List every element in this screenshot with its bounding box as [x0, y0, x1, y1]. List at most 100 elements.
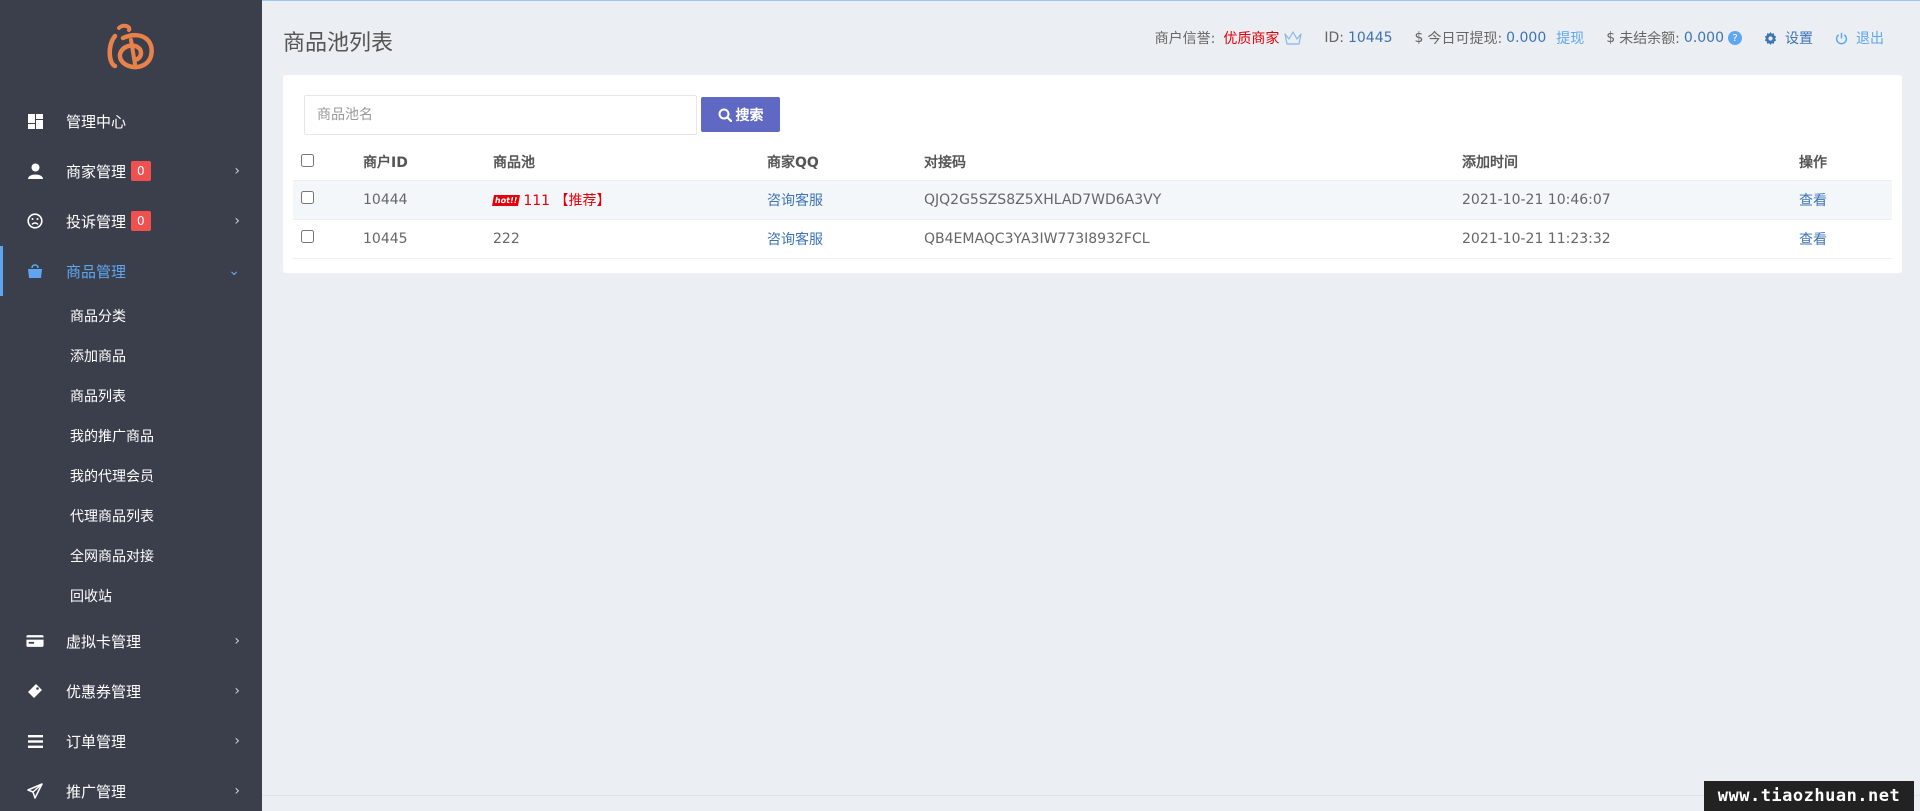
page-title: 商品池列表: [283, 31, 394, 56]
account-info: 商户信誉: 优质商家 ID: 10445 $ 今日可提现: 0.000 提现 $…: [1133, 28, 1884, 48]
menu-item-merchant[interactable]: 商家管理 0 ›: [0, 146, 262, 196]
menu-item-virtual-card[interactable]: 虚拟卡管理 ›: [0, 616, 262, 666]
complaint-count-badge: 0: [131, 211, 151, 231]
id-group: ID: 10445: [1324, 30, 1392, 46]
help-icon[interactable]: ?: [1728, 31, 1742, 45]
sub-item-product-list[interactable]: 商品列表: [0, 376, 262, 416]
withdraw-value: 0.000: [1506, 30, 1547, 46]
menu-label: 订单管理: [66, 732, 127, 751]
menu-item-coupons[interactable]: 优惠券管理 ›: [0, 666, 262, 716]
sub-item-recycle-bin[interactable]: 回收站: [0, 576, 262, 616]
col-qq: 商家QQ: [767, 145, 924, 181]
id-label: ID:: [1324, 30, 1344, 46]
row-select-cell: [293, 219, 363, 259]
gear-icon: [1764, 31, 1777, 45]
table-row: 10445 222 咨询客服 QB4EMAQC3YA3IW773I8932FCL…: [293, 219, 1892, 259]
select-all-cell: [293, 145, 363, 181]
logout-label: 退出: [1856, 31, 1884, 47]
menu-label: 虚拟卡管理: [66, 632, 142, 651]
main-content: 商品池列表 商户信誉: 优质商家 ID: 10445 $ 今日可提现: 0.00…: [262, 0, 1920, 811]
select-all-checkbox[interactable]: [301, 153, 314, 167]
logo-icon: [107, 23, 154, 70]
table-row: 10444 hot!! 111 【推荐】 咨询客服 QJQ2G5SZS8Z5XHL…: [293, 180, 1892, 220]
search-button[interactable]: 搜索: [701, 97, 780, 132]
pool-cell: 222: [493, 219, 767, 259]
settings-link[interactable]: 设置: [1764, 28, 1813, 48]
id-value: 10445: [1347, 30, 1393, 46]
paper-plane-icon: [26, 782, 44, 800]
chevron-right-icon: ›: [234, 633, 240, 649]
footer-divider: [262, 795, 1920, 796]
row-checkbox[interactable]: [301, 191, 314, 204]
chevron-right-icon: ›: [234, 733, 240, 749]
dollar-icon: $: [1606, 30, 1616, 46]
merchant-id-cell: 10445: [363, 219, 493, 259]
sub-item-add-product[interactable]: 添加商品: [0, 336, 262, 376]
topbar: 商品池列表 商户信誉: 优质商家 ID: 10445 $ 今日可提现: 0.00…: [262, 1, 1920, 75]
sidebar: 管理中心 商家管理 0 › 投诉管理 0 › 商品管理 ⌄ 商品分类 添加商品 …: [0, 0, 262, 811]
menu-label: 优惠券管理: [66, 682, 142, 701]
pool-name-search-input[interactable]: [304, 95, 697, 135]
menu-item-complaints[interactable]: 投诉管理 0 ›: [0, 196, 262, 246]
view-link[interactable]: 查看: [1799, 193, 1827, 209]
sub-item-category[interactable]: 商品分类: [0, 296, 262, 336]
row-select-cell: [293, 180, 363, 220]
chevron-right-icon: ›: [234, 783, 240, 799]
consult-service-link[interactable]: 咨询客服: [767, 193, 823, 209]
col-action: 操作: [1799, 145, 1892, 181]
unsettled-value: 0.000: [1683, 30, 1724, 46]
time-cell: 2021-10-21 11:23:32: [1462, 219, 1799, 259]
chevron-down-icon: ⌄: [228, 263, 240, 279]
credit-value: 优质商家: [1223, 31, 1280, 47]
col-pool: 商品池: [493, 145, 767, 181]
menu-label: 管理中心: [66, 112, 127, 131]
user-icon: [26, 162, 44, 180]
watermark: www.tiaozhuan.net: [1704, 781, 1914, 811]
merchant-id-cell: 10444: [363, 180, 493, 220]
action-cell: 查看: [1799, 180, 1892, 220]
menu-item-orders[interactable]: 订单管理 ›: [0, 716, 262, 766]
code-cell: QB4EMAQC3YA3IW773I8932FCL: [924, 219, 1462, 259]
menu-label: 推广管理: [66, 782, 127, 801]
dollar-icon: $: [1414, 30, 1424, 46]
chevron-right-icon: ›: [234, 163, 240, 179]
col-code: 对接码: [924, 145, 1462, 181]
row-checkbox[interactable]: [301, 230, 314, 243]
merchant-count-badge: 0: [131, 161, 151, 181]
list-icon: [26, 732, 44, 750]
menu-label: 商家管理: [66, 162, 127, 181]
pool-name: 111 【推荐】: [523, 192, 611, 209]
withdraw-label: 今日可提现:: [1427, 31, 1503, 47]
unsettled-group: $ 未结余额: 0.000 ?: [1606, 28, 1742, 48]
qq-cell: 咨询客服: [767, 219, 924, 259]
menu-label: 商品管理: [66, 262, 127, 281]
credit-label: 商户信誉:: [1154, 31, 1216, 47]
menu-item-products[interactable]: 商品管理 ⌄: [0, 246, 262, 296]
chevron-right-icon: ›: [234, 213, 240, 229]
menu-item-promotion[interactable]: 推广管理 ›: [0, 766, 262, 811]
col-merchant-id: 商户ID: [363, 145, 493, 181]
logo[interactable]: [0, 0, 262, 96]
search-icon: [718, 108, 732, 122]
menu-item-dashboard[interactable]: 管理中心: [0, 96, 262, 146]
sub-item-network-docking[interactable]: 全网商品对接: [0, 536, 262, 576]
shopping-bag-icon: [26, 262, 44, 280]
withdraw-group: $ 今日可提现: 0.000 提现: [1415, 28, 1585, 48]
frown-icon: [26, 212, 44, 230]
consult-service-link[interactable]: 咨询客服: [767, 232, 823, 248]
code-cell: QJQ2G5SZS8Z5XHLAD7WD6A3VY: [924, 180, 1462, 220]
col-time: 添加时间: [1462, 145, 1799, 181]
sub-item-my-agents[interactable]: 我的代理会员: [0, 456, 262, 496]
view-link[interactable]: 查看: [1799, 232, 1827, 248]
sub-item-agent-products[interactable]: 代理商品列表: [0, 496, 262, 536]
power-icon: [1835, 32, 1848, 44]
search-bar: 搜索: [304, 95, 780, 135]
menu-label: 投诉管理: [66, 212, 127, 231]
withdraw-link[interactable]: 提现: [1556, 28, 1584, 48]
unsettled-label: 未结余额:: [1619, 31, 1680, 47]
pool-cell: hot!! 111 【推荐】: [492, 180, 767, 220]
sub-item-my-promotions[interactable]: 我的推广商品: [0, 416, 262, 456]
settings-label: 设置: [1785, 31, 1813, 47]
logout-link[interactable]: 退出: [1835, 28, 1884, 48]
qq-cell: 咨询客服: [767, 180, 924, 220]
